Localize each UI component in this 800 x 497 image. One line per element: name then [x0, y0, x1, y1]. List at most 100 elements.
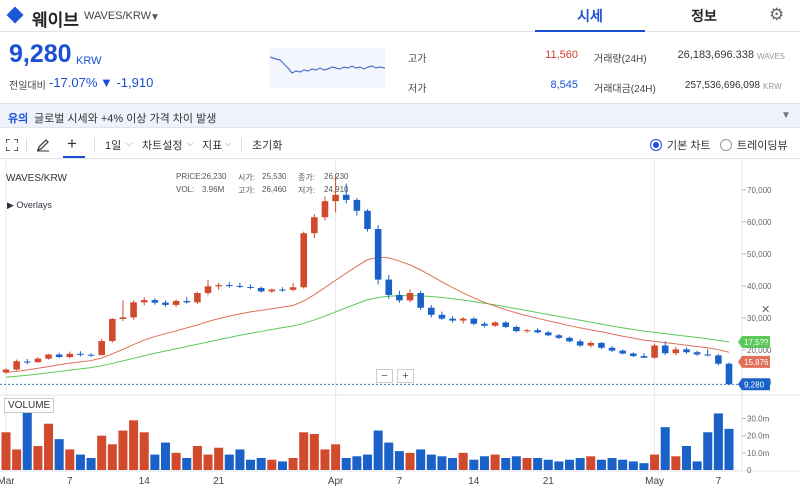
ma-short-badge: 15,876: [744, 358, 769, 367]
ma-short-line: [5, 256, 730, 373]
volume-bar: [299, 432, 309, 470]
volume-bar: [426, 454, 436, 470]
candle-body: [2, 369, 10, 373]
overlays-toggle[interactable]: ▶ Overlays: [7, 200, 52, 211]
close-icon[interactable]: ✕: [761, 303, 770, 316]
candle-body: [693, 352, 701, 355]
volume-bar: [118, 430, 128, 470]
candle-body: [353, 199, 361, 211]
candle-body: [374, 229, 382, 280]
volume-bar: [607, 458, 617, 470]
chevron-down-icon[interactable]: ⌵: [187, 139, 193, 149]
amount-unit: KRW: [763, 82, 782, 91]
volume-bar: [256, 458, 266, 470]
tradingview-label[interactable]: 트레이딩뷰: [737, 137, 788, 153]
candle-body: [279, 289, 286, 291]
legend-price: 26,230: [202, 172, 227, 181]
chart-canvas[interactable]: 10,00020,00030,00040,00050,00060,00070,0…: [0, 160, 800, 497]
candle-body: [172, 301, 180, 305]
candle-body: [98, 341, 105, 356]
coin-name: 웨이브: [32, 11, 79, 30]
legend-open: 25,530: [262, 172, 287, 181]
volume-bar: [107, 444, 117, 470]
legend-low: 24,910: [324, 185, 349, 194]
volume-bar: [44, 423, 54, 470]
candle-body: [587, 342, 595, 346]
tab-info[interactable]: 정보: [650, 0, 758, 32]
zoom-in-button[interactable]: +: [397, 369, 414, 383]
volume-bar: [713, 413, 723, 470]
toolbar-divider: [26, 138, 27, 152]
y-tick-label: 40,000: [747, 282, 772, 291]
candle-body: [502, 322, 510, 327]
coin-pair[interactable]: WAVES/KRW: [84, 10, 151, 22]
sparkline: [270, 48, 385, 88]
candle-body: [342, 194, 350, 200]
volume-bar: [479, 456, 489, 470]
volume-bar: [97, 435, 107, 470]
change-percent: -17.07%: [49, 75, 98, 90]
volume-bar: [267, 459, 277, 470]
candle-body: [66, 353, 74, 358]
notice-tag: 유의: [8, 113, 29, 125]
tab-quote[interactable]: 시세: [535, 0, 645, 32]
pencil-icon[interactable]: [36, 138, 50, 152]
notice-bar[interactable]: 유의 글로벌 시세와 +4% 이상 가격 차이 발생 ▼: [0, 103, 800, 128]
volume-bar: [533, 458, 543, 470]
toolbar-divider: [94, 138, 95, 152]
high-value: 11,560: [545, 49, 578, 61]
interval-select[interactable]: 1일: [105, 137, 121, 153]
candle-body: [300, 233, 308, 288]
chart-settings-button[interactable]: 차트설정: [142, 137, 182, 153]
basic-chart-label[interactable]: 기본 차트: [667, 137, 711, 153]
volume-bar: [501, 458, 511, 470]
tradingview-radio[interactable]: [720, 139, 732, 151]
legend-close-label: 종가:: [298, 173, 315, 182]
volume-bar: [490, 454, 500, 470]
notice-text: 글로벌 시세와 +4% 이상 가격 차이 발생: [34, 113, 217, 125]
candle-body: [544, 332, 552, 336]
chart-toolbar: + 1일 ⌵ 차트설정 ⌵ 지표 ⌵ 초기화 기본 차트 트레이딩뷰: [0, 131, 800, 159]
volume-bar: [554, 461, 564, 470]
volume-bar: [246, 459, 256, 470]
candle-body: [449, 318, 456, 321]
chevron-down-icon[interactable]: ▼: [781, 110, 791, 121]
candle-body: [257, 287, 265, 292]
volume-bar: [1, 432, 11, 470]
crosshair-icon[interactable]: +: [67, 134, 77, 154]
candle-body: [311, 217, 318, 234]
candle-body: [513, 326, 520, 332]
candle-body: [109, 318, 116, 342]
indicators-button[interactable]: 지표: [202, 137, 222, 153]
legend-price-label: PRICE:: [176, 172, 203, 181]
caret-down-icon[interactable]: ▼: [150, 12, 160, 23]
x-tick-label: 14: [139, 476, 151, 487]
zoom-out-button[interactable]: −: [376, 369, 393, 383]
candle-body: [640, 356, 648, 358]
x-tick-label: 7: [397, 476, 403, 487]
reset-button[interactable]: 초기화: [252, 137, 282, 153]
volume-bar: [182, 458, 192, 470]
candle-body: [651, 345, 658, 358]
change-amount: ▼ -1,910: [100, 75, 154, 90]
candle-body: [321, 201, 329, 218]
gear-icon[interactable]: ⚙: [769, 5, 784, 25]
chevron-down-icon[interactable]: ⌵: [126, 139, 132, 149]
volume-bar: [12, 449, 22, 470]
price-chart[interactable]: 10,00020,00030,00040,00050,00060,00070,0…: [0, 160, 800, 497]
y-tick-label: 70,000: [747, 186, 772, 195]
candle-body: [45, 354, 52, 359]
volume-bar: [618, 459, 628, 470]
chevron-down-icon[interactable]: ⌵: [225, 139, 231, 149]
volume-bar: [235, 449, 245, 470]
candle-body: [55, 354, 63, 358]
candle-body: [619, 350, 626, 354]
basic-chart-radio[interactable]: [650, 139, 662, 151]
volume-bar: [160, 442, 171, 470]
volume-bar: [331, 444, 341, 470]
fullscreen-icon[interactable]: [6, 139, 18, 151]
volume-tick-label: 30.0m: [747, 415, 770, 424]
diamond-icon: [6, 6, 24, 24]
x-tick-label: Apr: [328, 476, 344, 487]
legend-close: 26,230: [324, 172, 349, 181]
